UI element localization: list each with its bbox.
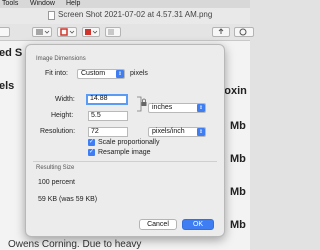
document-icon xyxy=(48,11,55,20)
color-button[interactable] xyxy=(82,27,100,37)
resolution-unit-select[interactable]: pixels/inch ⇕ xyxy=(148,127,206,137)
menu-window[interactable]: Window xyxy=(30,0,55,8)
width-input[interactable]: 14.88 xyxy=(86,94,128,105)
shape-style-button[interactable] xyxy=(57,27,77,37)
chevron-updown-icon: ⇕ xyxy=(197,104,205,112)
resolution-unit-value: pixels/inch xyxy=(152,128,185,135)
bg-text-fragment: ed S xyxy=(0,47,23,59)
chevron-updown-icon: ⇕ xyxy=(197,128,205,136)
resulting-file-size: 59 KB (was 59 KB) xyxy=(38,196,98,203)
bg-text-fragment: Mb xyxy=(230,219,246,231)
bg-text-fragment: Owens Corning. Due to heavy xyxy=(8,239,142,250)
cancel-button[interactable]: Cancel xyxy=(139,219,177,230)
fit-into-unit: pixels xyxy=(130,70,148,77)
sidebar-toggle-icon[interactable] xyxy=(32,27,52,37)
bg-text-fragment: Mb xyxy=(230,153,246,165)
sidebar-toggle-button[interactable] xyxy=(0,27,10,37)
resulting-percent: 100 percent xyxy=(38,179,75,186)
menu-help[interactable]: Help xyxy=(66,0,80,8)
fit-into-label: Fit into: xyxy=(45,70,68,77)
image-dimensions-header: Image Dimensions xyxy=(36,56,86,62)
resample-image-checkbox[interactable]: ✓ xyxy=(88,149,95,156)
height-input[interactable]: 5.5 xyxy=(88,111,128,121)
fit-into-value: Custom xyxy=(81,70,106,77)
resolution-input[interactable]: 72 xyxy=(88,127,128,137)
scale-proportionally-checkbox[interactable]: ✓ xyxy=(88,139,95,146)
divider xyxy=(33,161,217,162)
font-button[interactable] xyxy=(105,27,121,37)
share-icon[interactable] xyxy=(212,27,230,37)
markup-icon[interactable] xyxy=(234,27,254,37)
bg-text-fragment: els xyxy=(0,80,15,92)
bg-text-fragment: Mb xyxy=(230,186,246,198)
resulting-size-header: Resulting Size xyxy=(36,165,75,171)
menu-tools[interactable]: Tools xyxy=(2,0,18,8)
ok-button[interactable]: OK xyxy=(182,219,214,230)
width-label: Width: xyxy=(55,96,75,103)
chevron-updown-icon: ⇕ xyxy=(116,70,124,78)
resample-image-label: Resample image xyxy=(98,149,151,156)
resolution-label: Resolution: xyxy=(40,128,76,135)
size-unit-select[interactable]: inches ⇕ xyxy=(148,103,206,113)
fit-into-select[interactable]: Custom ⇕ xyxy=(77,69,125,79)
menu-bar: Tools Window Help xyxy=(0,0,250,8)
lock-icon[interactable] xyxy=(135,96,147,112)
size-unit-value: inches xyxy=(152,104,173,111)
height-label: Height: xyxy=(51,112,74,119)
scale-proportionally-label: Scale proportionally xyxy=(98,139,160,146)
window-title: Screen Shot 2021-07-02 at 4.57.31 AM.png xyxy=(58,10,213,19)
bg-text-fragment: Mb xyxy=(230,120,246,132)
